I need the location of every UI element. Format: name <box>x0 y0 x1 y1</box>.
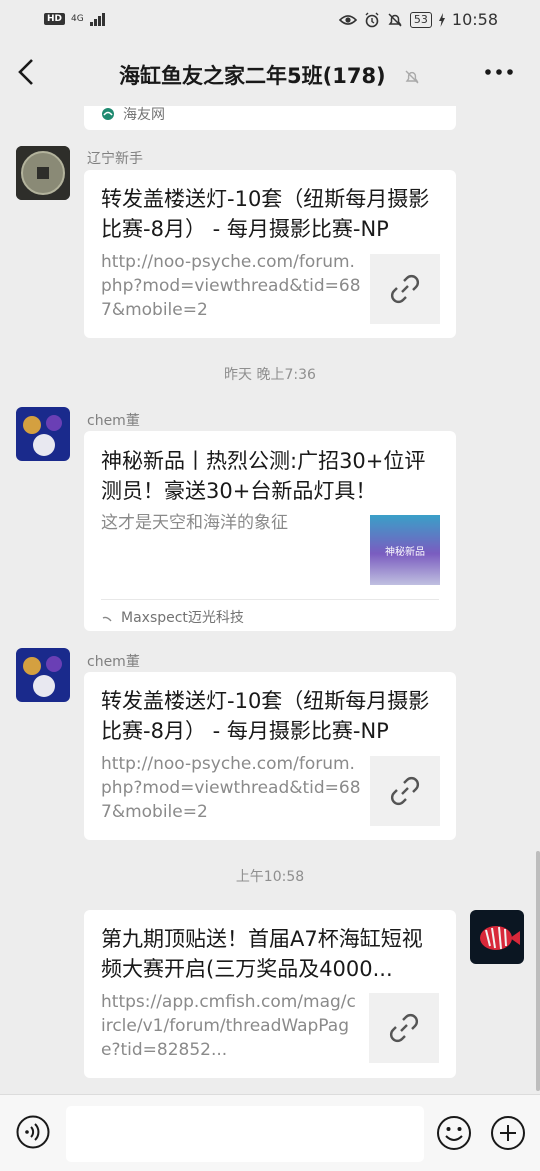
plus-icon[interactable] <box>490 1115 526 1151</box>
alarm-icon <box>365 12 379 27</box>
status-bar: HD 4G 53 10:58 <box>0 0 540 40</box>
signal-icon <box>89 12 105 26</box>
chat-title-text: 海缸鱼友之家二年5班(178) <box>119 64 386 88</box>
battery-level: 53 <box>409 11 432 28</box>
fish-avatar-icon <box>470 910 524 964</box>
avatar[interactable] <box>16 407 70 461</box>
card-title: 转发盖楼送灯-10套（纽斯每月摄影比赛-8月） - 每月摄影比赛-NP <box>101 187 430 241</box>
card-source: 海友网 <box>101 106 165 124</box>
voice-icon[interactable] <box>16 1115 50 1149</box>
message-input[interactable] <box>66 1106 424 1162</box>
input-bar <box>0 1094 540 1171</box>
hd-badge: HD <box>44 13 66 25</box>
network-label: 4G <box>71 13 84 24</box>
reef-avatar-icon <box>16 648 70 702</box>
sender-name: chem董 <box>87 654 140 670</box>
miniprogram-icon <box>102 616 112 622</box>
charging-icon <box>438 12 445 27</box>
link-thumbnail <box>370 254 440 324</box>
card-description: http://noo-psyche.com/forum.php?mod=view… <box>101 252 361 320</box>
sender-name: chem董 <box>87 413 140 429</box>
card-title: 神秘新品丨热烈公测:广招30+位评测员！豪送30+台新品灯具！ <box>101 449 426 503</box>
chat-scrollbar[interactable] <box>536 851 540 1091</box>
sender-name: 辽宁新手 <box>87 151 143 167</box>
card-title: 转发盖楼送灯-10套（纽斯每月摄影比赛-8月） - 每月摄影比赛-NP <box>101 689 430 743</box>
link-icon <box>391 275 419 303</box>
chat-header: 海缸鱼友之家二年5班(178) <box>0 40 540 106</box>
bell-off-icon <box>388 12 402 27</box>
card-title: 第九期顶贴送！首届A7杯海缸短视频大赛开启(三万奖品及4000... <box>101 927 423 981</box>
card-description: https://app.cmfish.com/mag/circle/v1/for… <box>101 992 356 1060</box>
status-right: 53 10:58 <box>338 10 498 29</box>
message-card-partial[interactable]: 海友网 <box>84 106 456 130</box>
link-icon <box>391 777 419 805</box>
link-thumbnail <box>370 756 440 826</box>
status-time: 10:58 <box>451 10 498 29</box>
link-icon <box>390 1014 418 1042</box>
link-card[interactable]: 转发盖楼送灯-10套（纽斯每月摄影比赛-8月） - 每月摄影比赛-NP http… <box>84 170 456 338</box>
link-card[interactable]: 第九期顶贴送！首届A7杯海缸短视频大赛开启(三万奖品及4000... https… <box>84 910 456 1078</box>
card-divider <box>101 599 439 600</box>
more-icon[interactable] <box>484 62 514 82</box>
emoji-icon[interactable] <box>436 1115 472 1151</box>
haiyou-logo-icon <box>102 108 114 120</box>
card-description: http://noo-psyche.com/forum.php?mod=view… <box>101 754 361 822</box>
coin-avatar-icon <box>16 146 70 200</box>
link-card[interactable]: 转发盖楼送灯-10套（纽斯每月摄影比赛-8月） - 每月摄影比赛-NP http… <box>84 672 456 840</box>
timestamp: 上午10:58 <box>235 869 305 885</box>
card-source: Maxspect迈光科技 <box>101 607 244 627</box>
reef-avatar-icon <box>16 407 70 461</box>
card-description: 这才是天空和海洋的象征 <box>101 513 288 533</box>
network-type: 4G <box>71 13 84 24</box>
article-thumbnail: 神秘新品 <box>370 515 440 585</box>
thumbnail-caption: 神秘新品 <box>385 546 425 558</box>
card-source-label: Maxspect迈光科技 <box>121 610 244 626</box>
status-left: HD 4G <box>44 12 105 26</box>
mute-icon <box>405 70 419 84</box>
card-source-label: 海友网 <box>123 107 165 123</box>
link-thumbnail <box>369 993 439 1063</box>
chat-messages[interactable]: 海友网 辽宁新手 转发盖楼送灯-10套（纽斯每月摄影比赛-8月） - 每月摄影比… <box>0 106 540 1094</box>
timestamp: 昨天 晚上7:36 <box>224 367 316 383</box>
avatar[interactable] <box>16 648 70 702</box>
avatar[interactable] <box>16 146 70 200</box>
self-avatar[interactable] <box>470 910 524 964</box>
chat-title: 海缸鱼友之家二年5班(178) <box>0 60 540 90</box>
article-card[interactable]: 神秘新品丨热烈公测:广招30+位评测员！豪送30+台新品灯具！ 这才是天空和海洋… <box>84 431 456 631</box>
eye-icon <box>338 14 357 25</box>
